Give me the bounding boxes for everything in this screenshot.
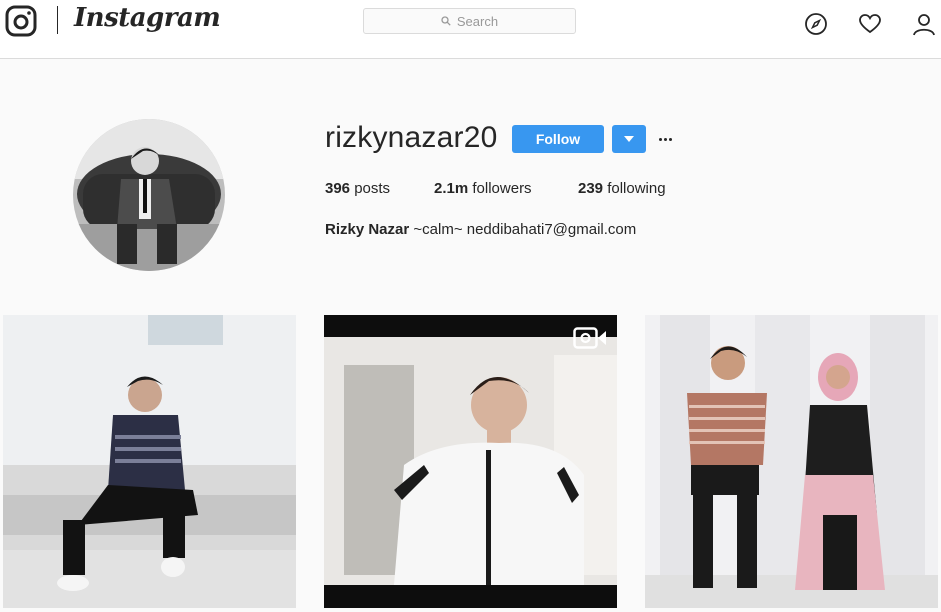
post-thumbnail[interactable] — [3, 315, 296, 608]
post-image — [324, 315, 617, 608]
profile-person-icon[interactable] — [912, 12, 936, 36]
post-image — [3, 315, 296, 608]
profile-bio: Rizky Nazar ~calm~ neddibahati7@gmail.co… — [325, 221, 636, 238]
posts-count: 396 posts — [325, 180, 390, 197]
activity-heart-icon[interactable] — [858, 12, 882, 36]
suggestions-dropdown-button[interactable] — [612, 125, 646, 153]
search-icon — [441, 16, 451, 26]
more-dot-icon — [668, 137, 672, 141]
explore-compass-icon[interactable] — [804, 12, 828, 36]
video-camera-icon — [573, 327, 606, 349]
more-dot-icon — [663, 137, 667, 141]
followers-link[interactable]: 2.1m followers — [434, 180, 532, 197]
more-dot-icon — [658, 137, 662, 141]
top-nav: Instagram Search — [0, 0, 941, 59]
instagram-wordmark[interactable]: Instagram — [74, 3, 221, 33]
post-image — [645, 315, 938, 608]
search-input[interactable]: Search — [363, 8, 576, 34]
profile-username: rizkynazar20 — [325, 121, 498, 154]
nav-divider — [57, 6, 58, 34]
post-thumbnail-video[interactable] — [324, 315, 617, 608]
followers-label: followers — [472, 180, 532, 197]
follow-button[interactable]: Follow — [512, 125, 604, 153]
bio-full-name: Rizky Nazar — [325, 221, 410, 238]
posts-label: posts — [354, 180, 391, 197]
instagram-glyph-icon[interactable] — [5, 5, 37, 37]
post-thumbnail[interactable] — [645, 315, 938, 608]
posts-value: 396 — [325, 180, 351, 197]
following-label: following — [607, 180, 666, 197]
caret-down-icon — [624, 136, 634, 142]
bio-text: ~calm~ neddibahati7@gmail.com — [413, 221, 637, 238]
followers-value: 2.1m — [434, 180, 469, 197]
following-link[interactable]: 239 following — [578, 180, 666, 197]
following-value: 239 — [578, 180, 604, 197]
more-options-button[interactable] — [656, 131, 674, 147]
search-placeholder: Search — [456, 13, 499, 29]
profile-avatar[interactable] — [73, 119, 225, 271]
